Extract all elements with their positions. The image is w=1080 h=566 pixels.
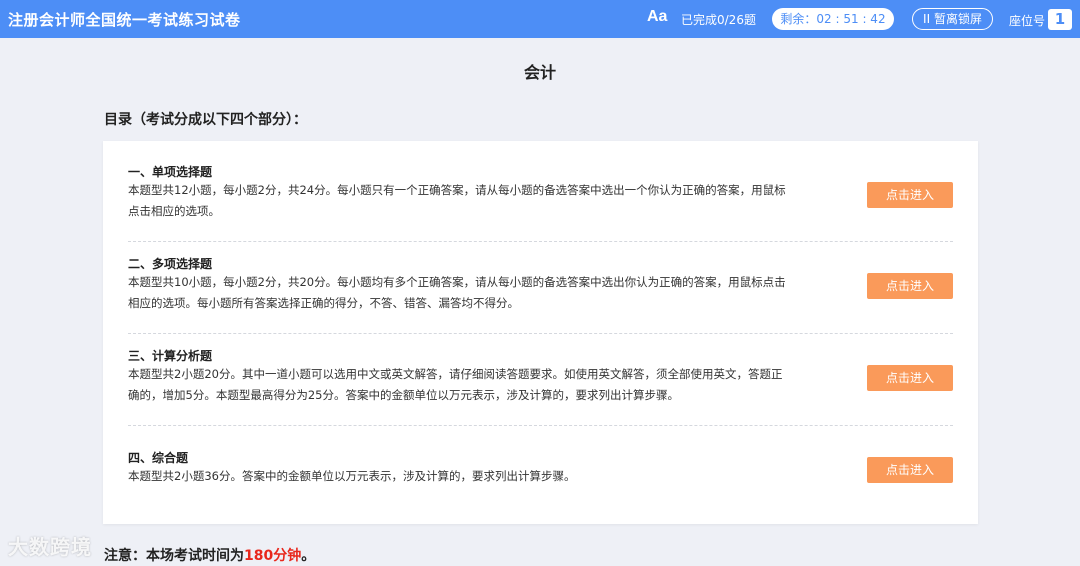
enter-multiple-choice-button[interactable]: 点击进入 [867,273,953,299]
subject-title: 会计 [523,63,556,82]
section-single-choice: 一、单项选择题 本题型共12小题，每小题2分，共24分。每小题只有一个正确答案，… [128,149,953,242]
section-description: 本题型共2小题20分。其中一道小题可以选用中文或英文解答，请仔细阅读答题要求。如… [128,367,783,402]
top-bar: 注册会计师全国统一考试练习试卷 Aa 已完成0/26题 剩余：02 : 51 :… [0,0,1080,38]
exam-duration: 180分钟 [244,548,302,564]
sections-card: 一、单项选择题 本题型共12小题，每小题2分，共24分。每小题只有一个正确答案，… [103,141,978,524]
note-prefix: 注意：本场考试时间为 [104,548,244,564]
seat-number: 1 [1048,9,1072,30]
seat-label: 座位号 [1009,14,1046,28]
exam-title: 注册会计师全国统一考试练习试卷 [8,11,241,29]
enter-single-choice-button[interactable]: 点击进入 [867,182,953,208]
countdown-timer: 剩余：02 : 51 : 42 [772,8,894,30]
section-title: 四、综合题 [128,451,189,465]
section-description: 本题型共10小题，每小题2分，共20分。每小题均有多个正确答案，请从每小题的备选… [128,275,786,310]
section-description: 本题型共12小题，每小题2分，共24分。每小题只有一个正确答案，请从每小题的备选… [128,183,786,218]
section-comprehensive: 四、综合题 本题型共2小题36分。答案中的金额单位以万元表示，涉及计算的，要求列… [128,425,953,517]
toc-heading: 目录（考试分成以下四个部分）： [104,112,307,128]
enter-comprehensive-button[interactable]: 点击进入 [867,457,953,483]
section-title: 一、单项选择题 [128,165,213,179]
exam-time-note: 注意：本场考试时间为180分钟。 [104,545,315,565]
progress-counter: 已完成0/26题 [681,13,756,27]
section-description: 本题型共2小题36分。答案中的金额单位以万元表示，涉及计算的，要求列出计算步骤。 [128,469,576,483]
enter-calculation-button[interactable]: 点击进入 [867,365,953,391]
note-suffix: 。 [301,548,316,564]
section-multiple-choice: 二、多项选择题 本题型共10小题，每小题2分，共20分。每小题均有多个正确答案，… [128,241,953,334]
section-calculation: 三、计算分析题 本题型共2小题20分。其中一道小题可以选用中文或英文解答，请仔细… [128,333,953,426]
pause-lock-button[interactable]: II 暂离锁屏 [912,8,993,30]
font-size-icon[interactable]: Aa [647,8,667,26]
section-title: 三、计算分析题 [128,349,213,363]
section-title: 二、多项选择题 [128,257,213,271]
watermark-logo: 大数跨境 [8,535,92,559]
